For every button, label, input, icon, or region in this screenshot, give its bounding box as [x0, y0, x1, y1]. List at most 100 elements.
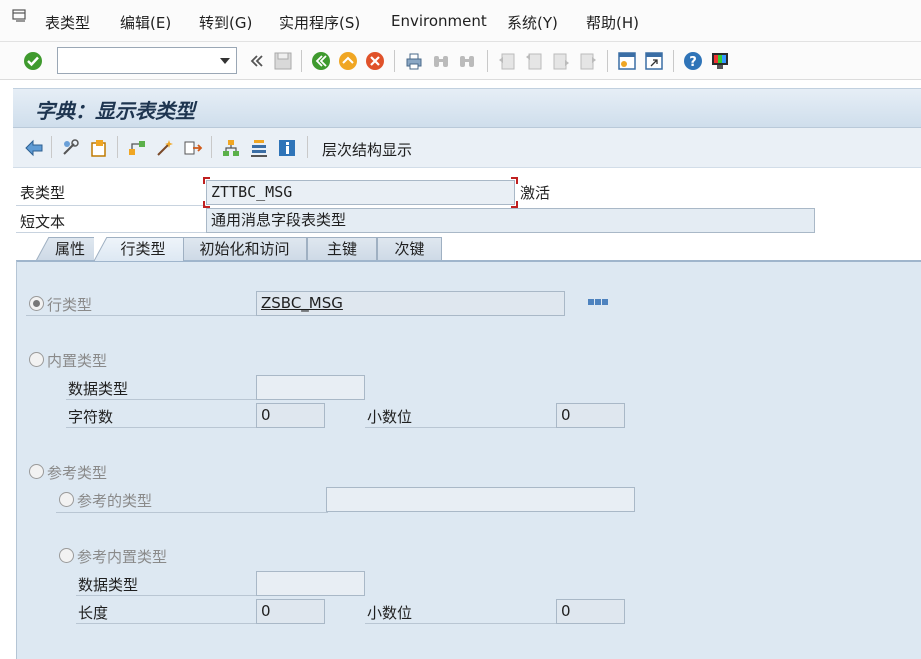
double-arrow-icon[interactable]: [246, 50, 268, 72]
builtin-type-label: 内置类型: [47, 352, 108, 370]
tab-secondary-key[interactable]: 次键: [377, 237, 442, 261]
back-arrow-icon[interactable]: [23, 137, 45, 159]
save-icon[interactable]: [272, 50, 294, 72]
application-toolbar: 层次结构显示: [13, 128, 921, 168]
toolbar-separator: [673, 50, 674, 72]
short-text-label: 短文本: [20, 213, 66, 231]
builtin-type-radio[interactable]: [29, 352, 44, 367]
hierarchy-icon[interactable]: [220, 137, 242, 159]
create-session-icon[interactable]: [616, 50, 638, 72]
data-type-field[interactable]: [256, 375, 365, 400]
toolbar-separator: [51, 136, 52, 158]
title-bar: 字典：显示表类型: [13, 88, 921, 128]
tab-label: 初始化和访问: [199, 240, 290, 258]
previous-page-icon[interactable]: [523, 50, 545, 72]
back-icon[interactable]: [310, 50, 332, 72]
short-text-value: 通用消息字段表类型: [211, 211, 347, 229]
menu-help[interactable]: 帮助(H): [586, 12, 639, 33]
toolbar-separator: [487, 50, 488, 72]
label-underline: [365, 427, 557, 428]
tab-init-access[interactable]: 初始化和访问: [182, 237, 307, 261]
tab-attributes[interactable]: 属性: [36, 237, 96, 261]
ref-of-type-radio[interactable]: [59, 492, 74, 507]
menu-goto[interactable]: 转到(G): [199, 12, 252, 33]
table-type-label: 表类型: [20, 184, 66, 202]
tab-edge: [94, 237, 108, 261]
ref-type-radio[interactable]: [29, 464, 44, 479]
menu-system[interactable]: 系统(Y): [507, 12, 558, 33]
exit-icon[interactable]: [337, 50, 359, 72]
chars-label: 字符数: [68, 408, 114, 426]
label-underline: [66, 399, 258, 400]
chars-value: 0: [261, 406, 271, 424]
length-field[interactable]: 0: [256, 599, 325, 624]
label-underline: [56, 512, 328, 513]
row-type-field[interactable]: ZSBC_MSG: [256, 291, 565, 316]
row-type-radio[interactable]: [29, 296, 44, 311]
label-underline: [365, 623, 557, 624]
first-page-icon[interactable]: [496, 50, 518, 72]
label-underline: [76, 595, 258, 596]
menu-bar: 表类型 编辑(E) 转到(G) 实用程序(S) Environment 系统(Y…: [0, 0, 921, 42]
label-underline: [16, 232, 206, 233]
chars-field[interactable]: 0: [256, 403, 325, 428]
decimals-label: 小数位: [367, 408, 413, 426]
find-next-icon[interactable]: [456, 50, 478, 72]
menu-environment[interactable]: Environment: [391, 12, 487, 30]
chevron-down-icon[interactable]: [220, 58, 230, 64]
decimals-value: 0: [561, 406, 571, 424]
object-directory-icon[interactable]: [182, 137, 204, 159]
find-icon[interactable]: [430, 50, 452, 72]
tab-label: 属性: [54, 240, 85, 258]
tab-label: 次键: [394, 240, 425, 258]
next-page-icon[interactable]: [550, 50, 572, 72]
ref-decimals-field[interactable]: 0: [556, 599, 625, 624]
ref-decimals-value: 0: [561, 602, 571, 620]
tab-content-panel: [16, 260, 921, 659]
tab-edge: [36, 237, 50, 261]
stack-icon[interactable]: [248, 137, 270, 159]
toolbar-separator: [394, 50, 395, 72]
ref-type-label: 参考类型: [47, 464, 108, 482]
menu-utilities[interactable]: 实用程序(S): [279, 12, 360, 33]
print-icon[interactable]: [403, 50, 425, 72]
help-icon[interactable]: ?: [682, 50, 704, 72]
last-page-icon[interactable]: [577, 50, 599, 72]
status-text: 激活: [520, 184, 551, 202]
enter-check-icon[interactable]: [22, 50, 44, 72]
details-icon[interactable]: [588, 298, 608, 307]
ref-data-type-label: 数据类型: [78, 576, 139, 594]
menu-window-icon[interactable]: [12, 9, 26, 23]
ref-data-type-field[interactable]: [256, 571, 365, 596]
activate-icon[interactable]: [88, 137, 110, 159]
focus-frame: [203, 177, 518, 208]
standard-toolbar: ?: [0, 42, 921, 80]
menu-table-type[interactable]: 表类型: [45, 12, 90, 33]
ref-of-type-field[interactable]: [326, 487, 635, 512]
length-label: 长度: [78, 604, 109, 622]
command-field[interactable]: [57, 47, 237, 74]
tab-primary-key[interactable]: 主键: [307, 237, 377, 261]
ref-builtin-radio[interactable]: [59, 548, 74, 563]
cancel-icon[interactable]: [364, 50, 386, 72]
label-underline: [76, 623, 258, 624]
ref-of-type-label: 参考的类型: [77, 492, 153, 510]
svg-text:?: ?: [689, 55, 697, 70]
row-type-value: ZSBC_MSG: [261, 294, 343, 312]
page-title: 字典：显示表类型: [35, 99, 195, 123]
display-change-icon[interactable]: [60, 137, 82, 159]
customize-layout-icon[interactable]: [709, 50, 731, 72]
label-underline: [16, 205, 206, 206]
info-icon[interactable]: [276, 137, 298, 159]
toolbar-separator: [301, 50, 302, 72]
tab-label: 主键: [326, 240, 357, 258]
short-text-field[interactable]: 通用消息字段表类型: [206, 208, 815, 233]
technical-settings-icon[interactable]: [154, 137, 176, 159]
hierarchy-display-button[interactable]: 层次结构显示: [322, 139, 412, 160]
shortcut-icon[interactable]: [643, 50, 665, 72]
menu-edit[interactable]: 编辑(E): [120, 12, 171, 33]
ref-decimals-label: 小数位: [367, 604, 413, 622]
decimals-field[interactable]: 0: [556, 403, 625, 428]
tab-line-type[interactable]: 行类型: [94, 237, 184, 261]
where-used-icon[interactable]: [126, 137, 148, 159]
